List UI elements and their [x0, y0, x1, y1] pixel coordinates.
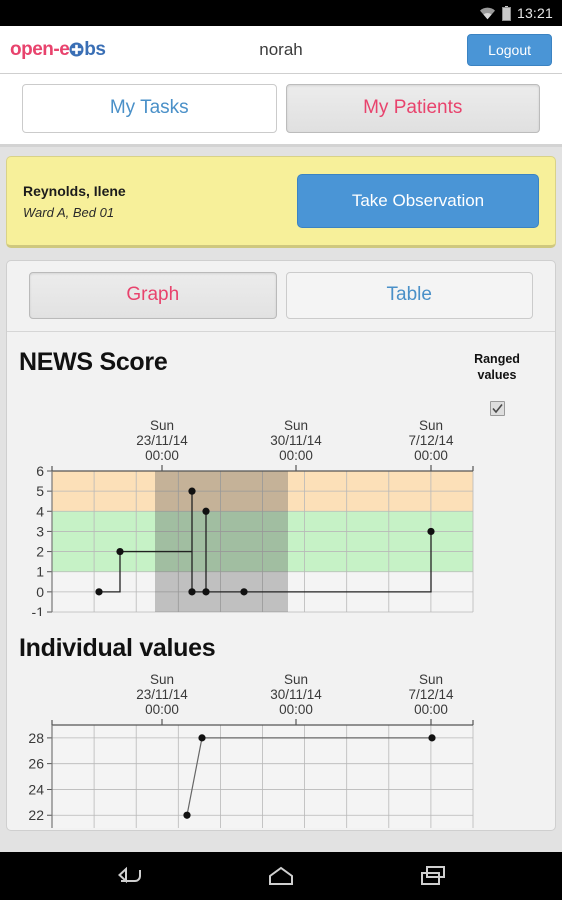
- logo-text-secondary: bs: [84, 38, 106, 60]
- x-axis-tick-label: 30/11/14: [270, 433, 322, 448]
- app-logo: open-e bs: [10, 38, 106, 61]
- x-axis-tick-label: 7/12/14: [408, 687, 454, 702]
- news-score-plot[interactable]: -1 0 1 2 3 4 5 6 Sun 23/11/14 00:00 Sun 30/11/14 00:0…: [7, 416, 555, 616]
- y-axis-tick-label: 6: [36, 463, 44, 479]
- x-axis-tick-label: Sun: [150, 672, 174, 687]
- selected-time-window: [155, 471, 288, 613]
- data-point: [427, 528, 435, 536]
- y-axis-tick-label: 1: [36, 564, 44, 580]
- x-axis-tick-label: 23/11/14: [136, 433, 188, 448]
- home-icon[interactable]: [257, 852, 305, 900]
- tab-table[interactable]: Table: [285, 272, 533, 319]
- android-nav-bar: [0, 852, 562, 900]
- data-point: [428, 734, 436, 742]
- news-score-chart-block: NEWS Score Ranged values -1 0 1 2 3 4 5 …: [7, 332, 555, 618]
- ranged-values-label-line1: Ranged: [474, 352, 520, 366]
- patient-location: Ward A, Bed 01: [23, 204, 115, 220]
- wifi-icon: [479, 7, 496, 20]
- tab-my-patients[interactable]: My Patients: [285, 84, 540, 133]
- x-axis-tick-label: 00:00: [279, 448, 313, 463]
- x-axis-tick-label: Sun: [150, 418, 174, 433]
- x-axis-tick-label: 00:00: [414, 702, 448, 717]
- x-axis-tick-label: 00:00: [145, 448, 179, 463]
- data-point: [188, 487, 196, 495]
- app-screen: 13:21 open-e bs norah Logout My Tasks My…: [0, 0, 562, 900]
- recent-apps-icon[interactable]: [409, 852, 457, 900]
- ranged-values-control: Ranged values: [451, 348, 543, 417]
- news-score-title: NEWS Score: [19, 348, 168, 376]
- x-axis-tick-label: 30/11/14: [270, 687, 322, 702]
- take-observation-button[interactable]: Take Observation: [297, 174, 539, 228]
- back-arrow-icon[interactable]: [105, 852, 153, 900]
- main-tab-bar: My Tasks My Patients: [0, 74, 562, 147]
- patient-banner: Reynolds, Ilene Ward A, Bed 01 Take Obse…: [6, 156, 556, 248]
- y-axis-tick-label: 5: [36, 483, 44, 499]
- data-point: [95, 588, 103, 596]
- data-point: [188, 588, 196, 596]
- x-axis-tick-label: 23/11/14: [136, 687, 188, 702]
- data-point: [202, 507, 210, 516]
- x-axis-tick-label: Sun: [419, 672, 443, 687]
- view-tab-bar: Graph Table: [7, 261, 555, 332]
- y-axis-tick-label: 28: [28, 730, 44, 746]
- app-header: open-e bs norah Logout: [0, 26, 562, 74]
- logout-button[interactable]: Logout: [467, 33, 552, 66]
- observation-panel-container: Graph Table NEWS Score Ranged values -1 …: [0, 248, 562, 832]
- data-point: [183, 811, 191, 820]
- y-axis-tick-label: 3: [36, 524, 44, 540]
- individual-values-title: Individual values: [19, 634, 216, 663]
- checkmark-icon: [491, 404, 503, 414]
- individual-values-chart-block: Individual values 22 24 26 28 Sun 23/11/14 00:…: [7, 618, 555, 830]
- y-axis-tick-label: 24: [28, 782, 44, 798]
- y-axis-tick-label: 4: [36, 504, 44, 520]
- patient-banner-container: Reynolds, Ilene Ward A, Bed 01 Take Obse…: [0, 147, 562, 248]
- medical-cross-icon: [69, 42, 84, 57]
- y-axis-tick-label: 2: [36, 544, 44, 560]
- battery-icon: [501, 5, 511, 21]
- data-point: [240, 588, 248, 596]
- status-bar-clock: 13:21: [516, 5, 553, 21]
- x-axis-tick-label: 00:00: [279, 702, 313, 717]
- ranged-values-label-line2: values: [477, 367, 517, 382]
- data-point: [202, 588, 210, 596]
- observation-panel: Graph Table NEWS Score Ranged values -1 …: [6, 260, 556, 832]
- y-axis-tick-label: -1: [32, 604, 45, 616]
- x-axis-tick-label: 7/12/14: [408, 433, 454, 448]
- x-axis-tick-label: Sun: [284, 672, 308, 687]
- data-point: [116, 548, 124, 556]
- x-axis-tick-label: Sun: [419, 418, 443, 433]
- tab-my-tasks[interactable]: My Tasks: [22, 84, 277, 133]
- logo-text-primary: open-e: [10, 38, 70, 60]
- ranged-values-checkbox[interactable]: [489, 401, 505, 417]
- news-score-header: NEWS Score Ranged values: [7, 332, 555, 417]
- individual-values-plot[interactable]: 22 24 26 28 Sun 23/11/14 00:00 Sun 30/11/14 00:00…: [7, 663, 555, 829]
- patient-name: Reynolds, Ilene: [23, 182, 126, 199]
- individual-values-header: Individual values: [7, 618, 555, 663]
- patient-info: Reynolds, Ilene Ward A, Bed 01: [23, 183, 126, 220]
- x-axis-tick-label: 00:00: [414, 448, 448, 463]
- y-axis-tick-label: 26: [28, 756, 44, 772]
- tab-graph[interactable]: Graph: [29, 272, 277, 319]
- y-axis-tick-label: 22: [28, 807, 44, 823]
- data-point: [198, 734, 206, 742]
- x-axis-tick-label: 00:00: [145, 702, 179, 717]
- x-axis-tick-label: Sun: [284, 418, 308, 433]
- y-axis-tick-label: 0: [36, 584, 44, 600]
- status-bar: 13:21: [0, 0, 562, 26]
